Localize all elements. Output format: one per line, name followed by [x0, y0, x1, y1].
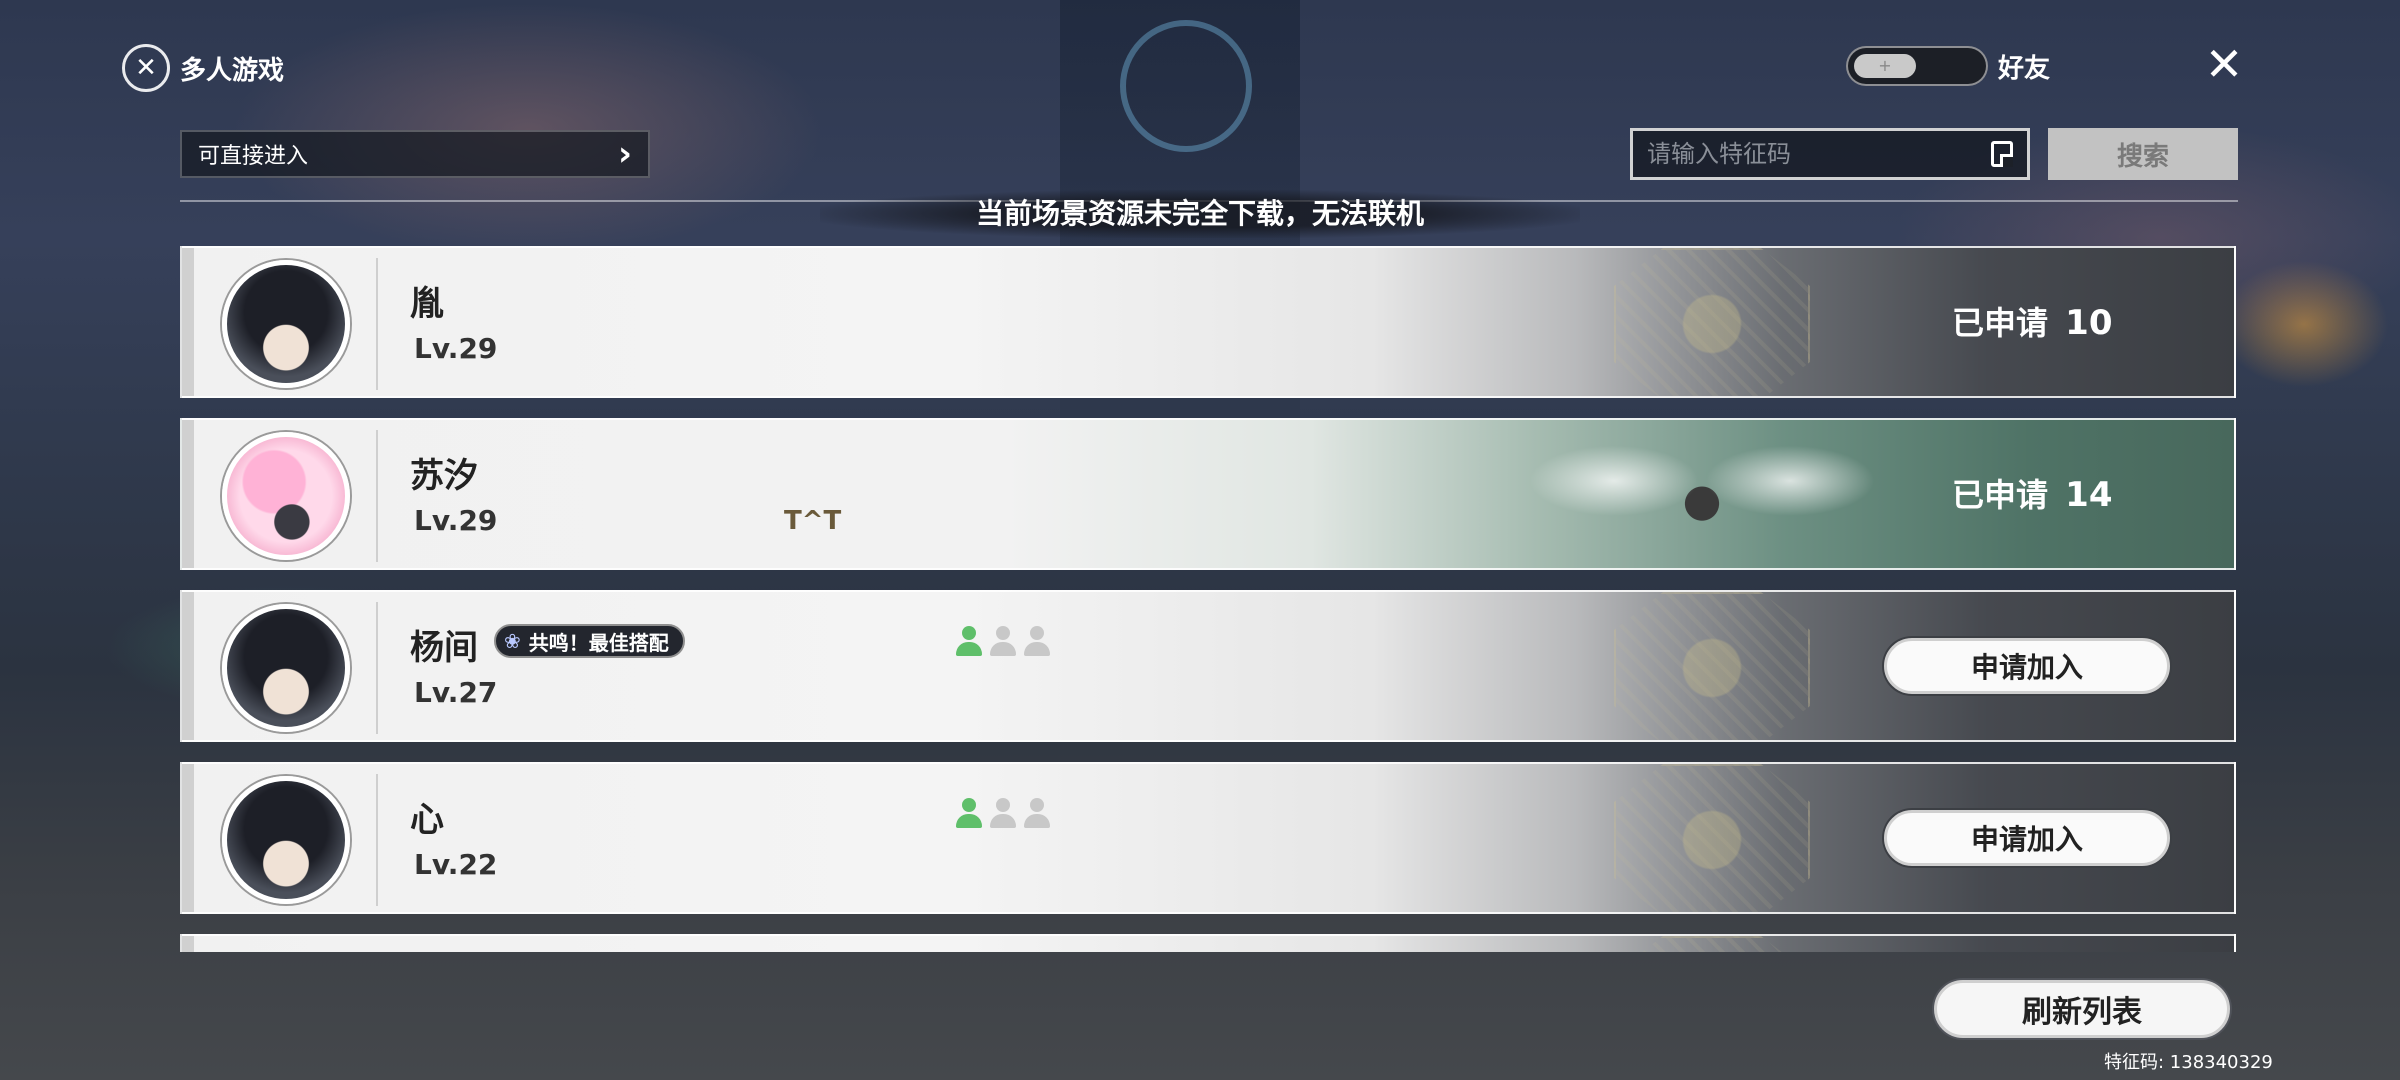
header: ✕ 多人游戏 — [122, 44, 284, 92]
player-name: 胤 — [410, 284, 444, 324]
request-join-button[interactable]: 申请加入 — [1884, 638, 2170, 694]
applied-label: 已申请 — [1952, 476, 2049, 514]
filter-dropdown[interactable]: 可直接进入 › — [180, 130, 650, 178]
toggle-knob[interactable]: + — [1854, 54, 1916, 78]
filter-selected-value: 可直接进入 — [198, 144, 309, 169]
applied-count: 14 — [2065, 475, 2113, 515]
person-icon-empty — [988, 626, 1018, 658]
person-icon-empty — [1022, 798, 1052, 830]
party-slots — [954, 798, 1052, 830]
page-title: 多人游戏 — [180, 55, 285, 86]
search-box[interactable] — [1630, 128, 2030, 180]
row-separator — [376, 430, 378, 562]
toggle-track[interactable]: + — [1846, 46, 1988, 86]
search-input[interactable] — [1647, 140, 1967, 168]
row-separator — [376, 258, 378, 390]
player-level: Lv.22 — [414, 848, 498, 881]
party-slots — [954, 626, 1052, 658]
player-level: Lv.29 — [414, 504, 498, 537]
request-join-button[interactable]: 申请加入 — [1884, 810, 2170, 866]
avatar — [222, 776, 350, 904]
paste-icon[interactable] — [1991, 141, 2013, 167]
person-icon-filled — [954, 798, 984, 830]
player-note: T^T — [784, 506, 842, 536]
badge-label: 共鸣！最佳搭配 — [528, 630, 669, 655]
gear-flower-icon: ❀ — [504, 629, 521, 653]
search-button[interactable]: 搜索 — [2048, 128, 2238, 180]
close-icon[interactable]: ✕ — [2198, 38, 2250, 90]
player-row[interactable]: 杨间 ❀ 共鸣！最佳搭配 Lv.27 申请加入 — [180, 590, 2236, 742]
emblem-decoration — [1614, 248, 1810, 396]
player-level: Lv.29 — [414, 332, 498, 365]
refresh-list-button[interactable]: 刷新列表 — [1934, 980, 2230, 1038]
resonance-badge: ❀ 共鸣！最佳搭配 — [494, 624, 685, 658]
emblem-decoration — [1614, 936, 1810, 952]
wings-card-decoration — [1482, 420, 1922, 568]
avatar — [222, 260, 350, 388]
avatar — [222, 604, 350, 732]
applied-status: 已申请 14 — [1952, 470, 2112, 516]
feature-code: 特征码: 138340329 — [2104, 1052, 2273, 1073]
row-separator — [376, 774, 378, 906]
player-row[interactable]: 苏汐 Lv.29 T^T 已申请 14 — [180, 418, 2236, 570]
row-separator — [376, 602, 378, 734]
emblem-decoration — [1614, 764, 1810, 912]
applied-status: 已申请 10 — [1952, 298, 2112, 344]
avatar — [222, 432, 350, 560]
player-name: 苏汐 — [410, 456, 478, 496]
player-name: 杨间 — [410, 628, 478, 668]
player-row[interactable]: 心 Lv.22 申请加入 — [180, 762, 2236, 914]
download-notice: 当前场景资源未完全下载，无法联机 — [820, 190, 1580, 238]
player-row[interactable]: 胤 Lv.29 已申请 10 — [180, 246, 2236, 398]
multiplayer-globe-icon: ✕ — [122, 44, 170, 92]
player-name: 心 — [410, 800, 444, 840]
player-row-partial[interactable] — [180, 934, 2236, 952]
applied-count: 10 — [2065, 303, 2113, 343]
friend-toggle-label: 好友 — [1998, 53, 2051, 84]
person-icon-filled — [954, 626, 984, 658]
applied-label: 已申请 — [1952, 304, 2049, 342]
player-level: Lv.27 — [414, 676, 498, 709]
chevron-right-icon: › — [617, 134, 632, 174]
person-icon-empty — [1022, 626, 1052, 658]
person-icon-empty — [988, 798, 1018, 830]
friend-toggle[interactable]: + 好友 — [1846, 46, 2050, 86]
emblem-decoration — [1614, 592, 1810, 740]
player-list[interactable]: 胤 Lv.29 已申请 10 苏汐 Lv.29 T^T 已申请 14 杨间 ❀ … — [180, 246, 2236, 952]
